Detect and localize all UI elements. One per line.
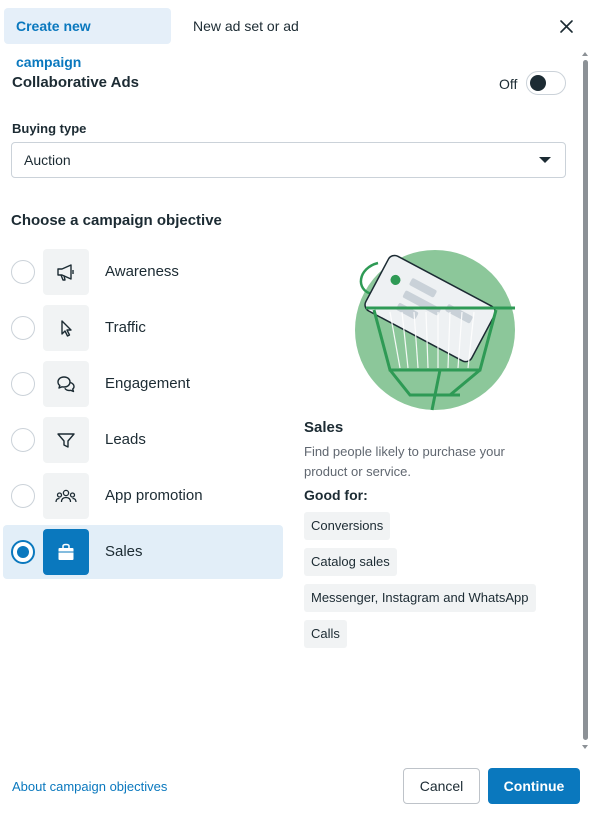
objective-radio[interactable] bbox=[11, 372, 35, 396]
objective-app-promotion[interactable]: App promotion bbox=[3, 469, 283, 523]
objective-label: App promotion bbox=[105, 487, 203, 504]
objective-radio[interactable] bbox=[11, 428, 35, 452]
objective-label: Sales bbox=[105, 543, 143, 560]
objective-detail-title: Sales bbox=[304, 419, 344, 436]
scrollbar-thumb[interactable] bbox=[583, 60, 588, 740]
buying-type-value: Auction bbox=[24, 152, 71, 168]
toggle-knob bbox=[530, 75, 546, 91]
scroll-down-arrow[interactable] bbox=[582, 745, 588, 749]
good-for-label: Good for: bbox=[304, 487, 368, 503]
objective-label: Engagement bbox=[105, 375, 191, 392]
buying-type-select[interactable]: Auction bbox=[11, 142, 566, 178]
objective-leads[interactable]: Leads bbox=[3, 413, 283, 467]
good-for-tag: Messenger, Instagram and WhatsApp bbox=[304, 584, 536, 612]
close-icon[interactable] bbox=[557, 14, 577, 38]
toggle-state-text: Off bbox=[499, 76, 518, 92]
objective-label: Leads bbox=[105, 431, 146, 448]
objective-sales[interactable]: Sales bbox=[3, 525, 283, 579]
objective-label: Awareness bbox=[105, 263, 179, 280]
objective-engagement[interactable]: Engagement bbox=[3, 357, 283, 411]
people-group-icon bbox=[43, 473, 89, 519]
chevron-down-icon bbox=[539, 157, 551, 163]
collaborative-ads-toggle[interactable] bbox=[526, 71, 566, 95]
objective-list: Awareness Traffic Engagement Leads App p… bbox=[3, 245, 283, 581]
cursor-icon bbox=[43, 305, 89, 351]
chat-bubbles-icon bbox=[43, 361, 89, 407]
shopping-bag-icon bbox=[43, 529, 89, 575]
objective-radio[interactable] bbox=[11, 540, 35, 564]
objective-detail-description: Find people likely to purchase your prod… bbox=[304, 444, 505, 479]
objective-radio[interactable] bbox=[11, 260, 35, 284]
good-for-tag: Conversions bbox=[304, 512, 391, 540]
buying-type-label: Buying type bbox=[12, 121, 87, 136]
good-for-tag: Catalog sales bbox=[304, 548, 397, 576]
sales-illustration bbox=[350, 250, 520, 415]
funnel-icon bbox=[43, 417, 89, 463]
cancel-button[interactable]: Cancel bbox=[403, 768, 480, 804]
continue-button[interactable]: Continue bbox=[488, 768, 580, 804]
objective-radio[interactable] bbox=[11, 484, 35, 508]
objective-heading: Choose a campaign objective bbox=[11, 212, 222, 229]
megaphone-icon bbox=[43, 249, 89, 295]
scrollbar[interactable] bbox=[581, 52, 589, 752]
objective-awareness[interactable]: Awareness bbox=[3, 245, 283, 299]
tab-bar: Create new campaign New ad set or ad bbox=[0, 0, 589, 70]
collaborative-ads-label: Collaborative Ads bbox=[12, 74, 139, 91]
tab-create-new-campaign[interactable]: Create new campaign bbox=[4, 8, 171, 70]
good-for-tags: Conversions Catalog sales Messenger, Ins… bbox=[304, 512, 564, 656]
good-for-tag: Calls bbox=[304, 620, 347, 648]
objective-traffic[interactable]: Traffic bbox=[3, 301, 283, 355]
objective-label: Traffic bbox=[105, 319, 146, 336]
objective-radio[interactable] bbox=[11, 316, 35, 340]
about-campaign-objectives-link[interactable]: About campaign objectives bbox=[12, 779, 167, 794]
tab-new-ad-set-or-ad[interactable]: New ad set or ad bbox=[181, 8, 311, 44]
